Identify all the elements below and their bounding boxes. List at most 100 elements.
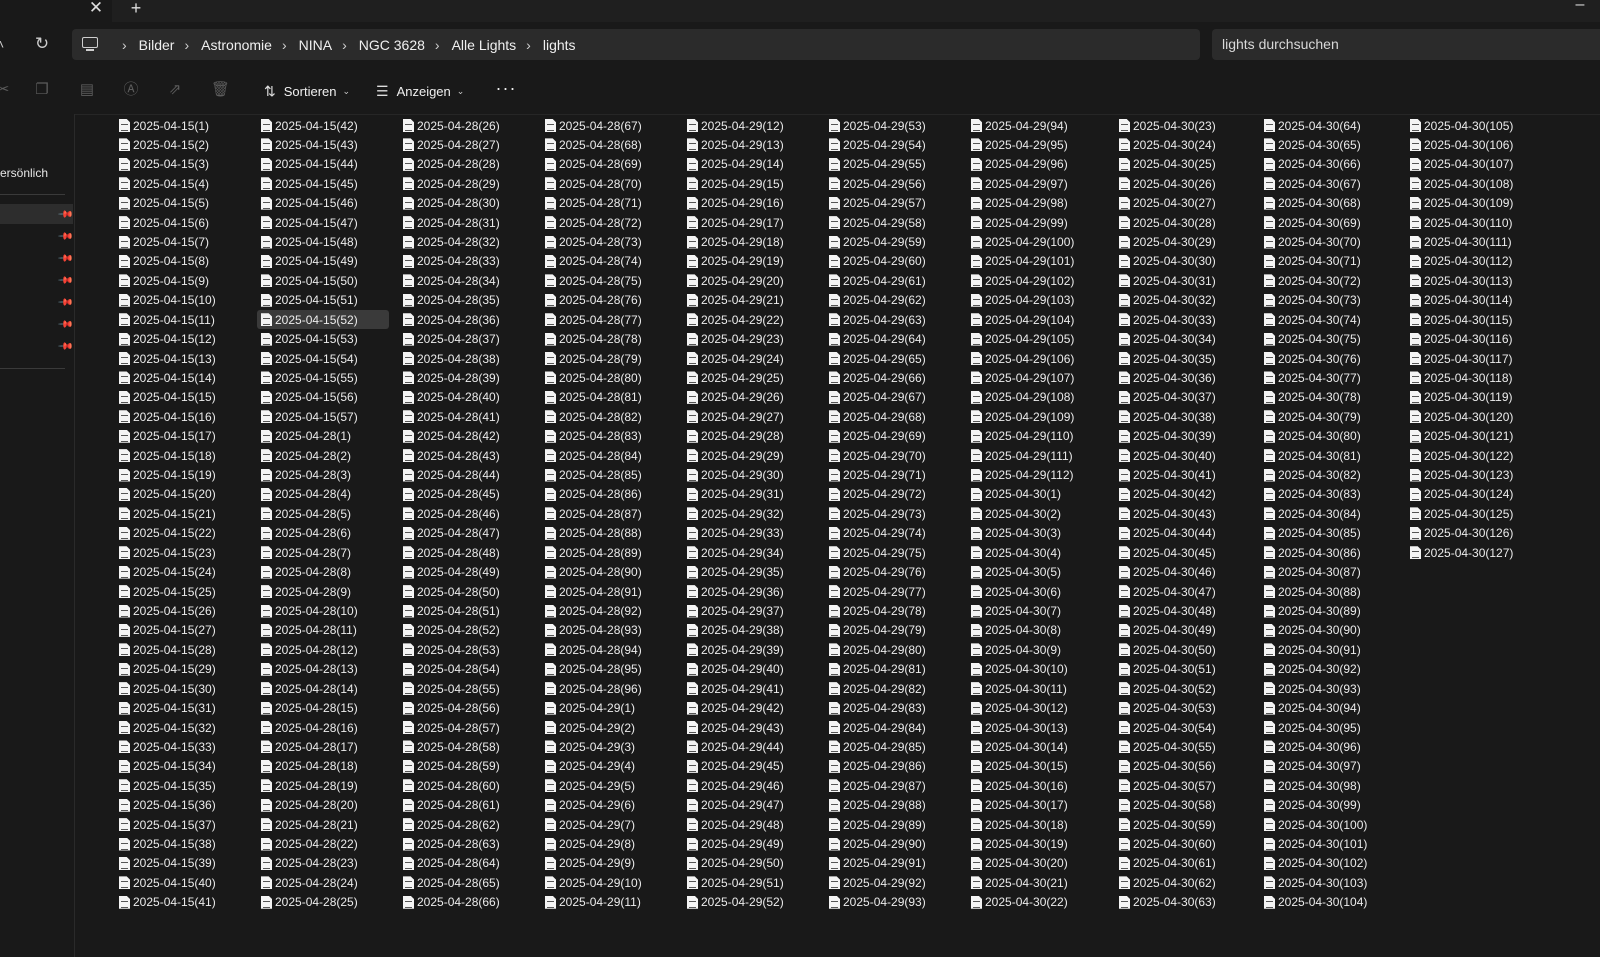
file-item[interactable]: 2025-04-30(98) <box>1260 776 1361 795</box>
file-item[interactable]: 2025-04-28(22) <box>257 835 358 854</box>
file-item[interactable]: 2025-04-29(42) <box>683 699 784 718</box>
file-item[interactable]: 2025-04-30(80) <box>1260 427 1361 446</box>
file-item[interactable]: 2025-04-28(55) <box>399 679 500 698</box>
file-item[interactable]: 2025-04-28(23) <box>257 854 358 873</box>
file-item[interactable]: 2025-04-28(24) <box>257 873 358 892</box>
file-item[interactable]: 2025-04-30(125) <box>1406 504 1513 523</box>
file-item[interactable]: 2025-04-30(33) <box>1115 310 1216 329</box>
file-item[interactable]: 2025-04-29(77) <box>825 582 926 601</box>
file-item[interactable]: 2025-04-29(58) <box>825 213 926 232</box>
file-item[interactable]: 2025-04-29(16) <box>683 194 784 213</box>
file-item[interactable]: 2025-04-28(13) <box>257 660 358 679</box>
file-item[interactable]: 2025-04-28(42) <box>399 427 500 446</box>
file-item[interactable]: 2025-04-28(29) <box>399 174 500 193</box>
file-item[interactable]: 2025-04-15(39) <box>115 854 216 873</box>
file-item[interactable]: 2025-04-15(52) <box>257 310 389 330</box>
file-item[interactable]: 2025-04-29(48) <box>683 815 784 834</box>
file-item[interactable]: 2025-04-15(26) <box>115 602 216 621</box>
file-item[interactable]: 2025-04-30(96) <box>1260 737 1361 756</box>
file-item[interactable]: 2025-04-15(55) <box>257 368 358 387</box>
file-item[interactable]: 2025-04-15(57) <box>257 407 358 426</box>
new-tab-icon[interactable]: + <box>126 0 146 18</box>
file-item[interactable]: 2025-04-28(91) <box>541 582 642 601</box>
file-item[interactable]: 2025-04-30(103) <box>1260 873 1367 892</box>
file-item[interactable]: 2025-04-29(112) <box>967 466 1074 485</box>
close-tab-icon[interactable]: ✕ <box>86 0 106 18</box>
file-item[interactable]: 2025-04-28(85) <box>541 466 642 485</box>
file-item[interactable]: 2025-04-29(104) <box>967 310 1074 329</box>
file-item[interactable]: 2025-04-15(44) <box>257 155 358 174</box>
file-item[interactable]: 2025-04-29(51) <box>683 873 784 892</box>
file-item[interactable]: 2025-04-30(30) <box>1115 252 1216 271</box>
file-item[interactable]: 2025-04-28(11) <box>257 621 357 640</box>
file-item[interactable]: 2025-04-28(5) <box>257 504 351 523</box>
file-item[interactable]: 2025-04-29(59) <box>825 233 926 252</box>
file-item[interactable]: 2025-04-28(52) <box>399 621 500 640</box>
file-item[interactable]: 2025-04-30(3) <box>967 524 1061 543</box>
file-item[interactable]: 2025-04-29(9) <box>541 854 635 873</box>
file-item[interactable]: 2025-04-29(71) <box>825 466 926 485</box>
file-item[interactable]: 2025-04-28(41) <box>399 407 500 426</box>
file-item[interactable]: 2025-04-28(69) <box>541 155 642 174</box>
file-item[interactable]: 2025-04-28(68) <box>541 135 642 154</box>
file-item[interactable]: 2025-04-28(89) <box>541 543 642 562</box>
file-item[interactable]: 2025-04-30(29) <box>1115 233 1216 252</box>
file-item[interactable]: 2025-04-29(6) <box>541 796 635 815</box>
file-item[interactable]: 2025-04-29(10) <box>541 873 642 892</box>
file-item[interactable]: 2025-04-28(53) <box>399 640 500 659</box>
file-item[interactable]: 2025-04-30(65) <box>1260 135 1361 154</box>
file-item[interactable]: 2025-04-15(32) <box>115 718 216 737</box>
file-item[interactable]: 2025-04-15(30) <box>115 679 216 698</box>
file-item[interactable]: 2025-04-28(65) <box>399 873 500 892</box>
file-item[interactable]: 2025-04-30(34) <box>1115 330 1216 349</box>
file-item[interactable]: 2025-04-29(54) <box>825 135 926 154</box>
file-item[interactable]: 2025-04-30(10) <box>967 660 1068 679</box>
file-item[interactable]: 2025-04-30(7) <box>967 602 1061 621</box>
file-item[interactable]: 2025-04-30(72) <box>1260 271 1361 290</box>
file-item[interactable]: 2025-04-29(70) <box>825 446 926 465</box>
file-item[interactable]: 2025-04-28(60) <box>399 776 500 795</box>
file-item[interactable]: 2025-04-15(40) <box>115 873 216 892</box>
file-item[interactable]: 2025-04-30(27) <box>1115 194 1216 213</box>
file-item[interactable]: 2025-04-29(28) <box>683 427 784 446</box>
file-item[interactable]: 2025-04-30(22) <box>967 893 1068 912</box>
file-item[interactable]: 2025-04-15(31) <box>115 699 216 718</box>
file-item[interactable]: 2025-04-29(8) <box>541 835 635 854</box>
file-item[interactable]: 2025-04-30(21) <box>967 873 1068 892</box>
file-item[interactable]: 2025-04-28(66) <box>399 893 500 912</box>
file-item[interactable]: 2025-04-30(54) <box>1115 718 1216 737</box>
file-item[interactable]: 2025-04-29(103) <box>967 291 1074 310</box>
file-item[interactable]: 2025-04-28(39) <box>399 368 500 387</box>
file-item[interactable]: 2025-04-30(95) <box>1260 718 1361 737</box>
file-item[interactable]: 2025-04-30(13) <box>967 718 1068 737</box>
file-item[interactable]: 2025-04-28(59) <box>399 757 500 776</box>
file-item[interactable]: 2025-04-15(49) <box>257 252 358 271</box>
share-icon[interactable]: ⇗ <box>166 81 184 99</box>
file-item[interactable]: 2025-04-30(104) <box>1260 893 1367 912</box>
file-item[interactable]: 2025-04-28(14) <box>257 679 358 698</box>
file-item[interactable]: 2025-04-30(101) <box>1260 835 1367 854</box>
file-item[interactable]: 2025-04-29(65) <box>825 349 926 368</box>
file-item[interactable]: 2025-04-30(66) <box>1260 155 1361 174</box>
file-item[interactable]: 2025-04-28(75) <box>541 271 642 290</box>
file-item[interactable]: 2025-04-30(122) <box>1406 446 1513 465</box>
file-item[interactable]: 2025-04-15(56) <box>257 388 358 407</box>
file-item[interactable]: 2025-04-29(14) <box>683 155 784 174</box>
file-item[interactable]: 2025-04-30(49) <box>1115 621 1216 640</box>
file-item[interactable]: 2025-04-28(73) <box>541 233 642 252</box>
file-item[interactable]: 2025-04-30(89) <box>1260 602 1361 621</box>
file-item[interactable]: 2025-04-30(74) <box>1260 310 1361 329</box>
sort-button[interactable]: ⇅ Sortieren ⌄ <box>264 80 350 102</box>
copy-icon[interactable]: ❐ <box>33 81 51 99</box>
paste-icon[interactable]: ▤ <box>78 81 96 99</box>
file-item[interactable]: 2025-04-29(53) <box>825 116 926 135</box>
file-item[interactable]: 2025-04-29(61) <box>825 271 926 290</box>
file-item[interactable]: 2025-04-30(4) <box>967 543 1061 562</box>
file-item[interactable]: 2025-04-28(12) <box>257 640 358 659</box>
file-item[interactable]: 2025-04-30(11) <box>967 679 1067 698</box>
file-item[interactable]: 2025-04-28(74) <box>541 252 642 271</box>
file-item[interactable]: 2025-04-29(19) <box>683 252 784 271</box>
file-item[interactable]: 2025-04-29(72) <box>825 485 926 504</box>
file-item[interactable]: 2025-04-30(43) <box>1115 504 1216 523</box>
file-item[interactable]: 2025-04-30(99) <box>1260 796 1361 815</box>
